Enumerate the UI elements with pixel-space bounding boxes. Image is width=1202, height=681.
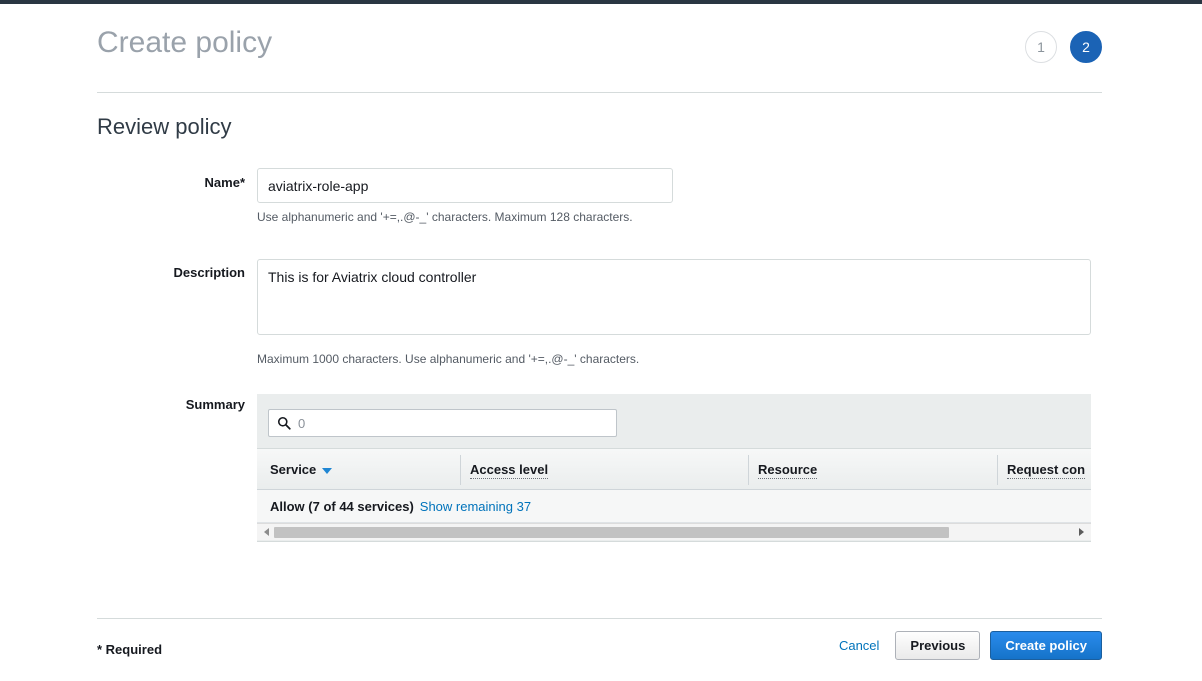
previous-button[interactable]: Previous [895,631,980,660]
column-header-access-level-label: Access level [470,462,548,479]
step-2[interactable]: 2 [1070,31,1102,63]
column-divider-2 [748,455,749,485]
policy-name-input[interactable] [257,168,673,203]
summary-search-box[interactable]: 0 [268,409,617,437]
column-header-resource[interactable]: Resource [758,462,817,477]
horizontal-scrollbar[interactable] [257,523,1091,540]
step-1-label: 1 [1037,39,1045,55]
footer-divider [97,618,1102,619]
column-header-service-label: Service [270,462,316,477]
create-policy-page: Create policy 1 2 Review policy Name* Us… [0,4,1202,681]
summary-table-header: Service Access level Resource Request co… [257,448,1091,490]
scrollbar-thumb[interactable] [274,527,949,538]
scroll-right-arrow-icon[interactable] [1074,524,1089,540]
step-indicator: 1 2 [1025,31,1102,63]
column-divider-1 [460,455,461,485]
caret-down-icon [322,468,332,474]
column-divider-3 [997,455,998,485]
description-hint: Maximum 1000 characters. Use alphanumeri… [257,352,639,366]
summary-panel: 0 Service Access level Resource Request … [257,394,1091,542]
name-label: Name* [80,175,245,190]
page-header: Create policy 1 2 [97,14,1102,93]
section-title: Review policy [97,114,232,140]
scroll-left-arrow-icon[interactable] [259,524,274,540]
name-hint: Use alphanumeric and '+=,.@-_' character… [257,210,633,224]
page-title: Create policy [97,26,272,60]
column-header-access-level[interactable]: Access level [470,462,548,477]
column-header-request-condition-label: Request con [1007,462,1085,479]
cancel-button[interactable]: Cancel [833,638,885,653]
description-label: Description [80,265,245,280]
create-policy-button[interactable]: Create policy [990,631,1102,660]
summary-search-text: 0 [298,416,305,431]
show-remaining-link[interactable]: Show remaining 37 [420,499,531,514]
step-2-label: 2 [1082,39,1090,55]
required-note: * Required [97,642,162,657]
column-header-request-condition[interactable]: Request con [1007,462,1085,477]
allow-services-label: Allow (7 of 44 services) [270,499,414,514]
column-header-service[interactable]: Service [270,462,332,477]
table-row: Allow (7 of 44 services) Show remaining … [257,490,1091,523]
policy-description-textarea[interactable] [257,259,1091,335]
summary-table: Service Access level Resource Request co… [257,448,1091,542]
search-icon [277,416,291,430]
column-header-resource-label: Resource [758,462,817,479]
footer-actions: Cancel Previous Create policy [833,631,1102,660]
step-1[interactable]: 1 [1025,31,1057,63]
summary-label: Summary [80,397,245,412]
